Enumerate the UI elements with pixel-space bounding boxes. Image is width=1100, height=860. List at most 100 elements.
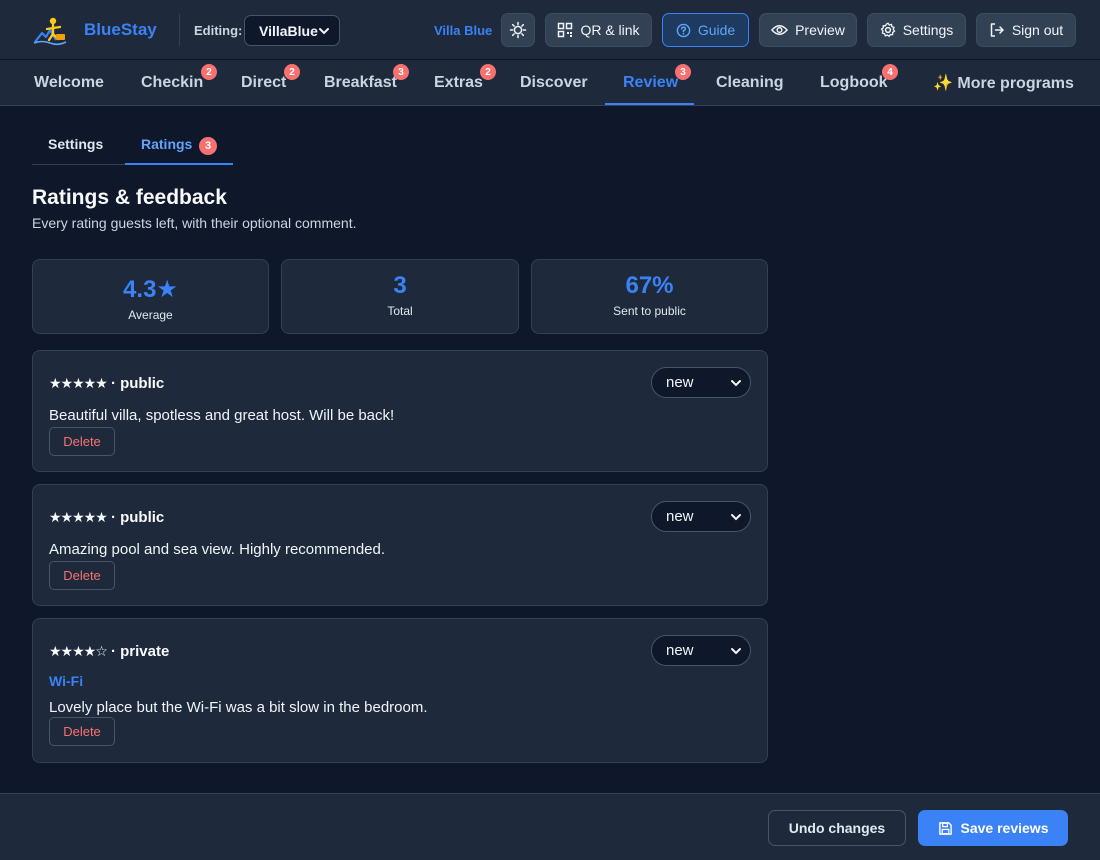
subtab-settings[interactable]: Settings	[48, 136, 103, 152]
active-tab-indicator	[605, 103, 694, 105]
eye-icon	[771, 25, 789, 35]
preview-button[interactable]: Preview	[759, 13, 857, 47]
review-status-value: new	[666, 642, 694, 659]
star-rating: ★★★★★	[49, 375, 108, 391]
tab-checkin-label: Checkin	[141, 74, 204, 91]
tab-breakfast-label: Breakfast	[324, 74, 397, 91]
editing-label: Editing:	[194, 23, 243, 38]
settings-button[interactable]: Settings	[867, 13, 966, 47]
save-reviews-button[interactable]: Save reviews	[918, 810, 1068, 846]
delete-review-button[interactable]: Delete	[49, 427, 115, 456]
tab-extras-label: Extras	[434, 74, 483, 91]
tab-review-badge: 3	[675, 64, 691, 80]
chevron-down-icon	[319, 28, 329, 35]
tab-discover-label: Discover	[520, 74, 588, 91]
review-status-select[interactable]: new	[651, 635, 751, 666]
tab-more-programs-label: ✨ More programs	[933, 75, 1074, 92]
active-subtab-indicator	[125, 163, 233, 165]
review-visibility: · private	[110, 643, 170, 660]
sun-icon	[509, 21, 527, 39]
review-comment: Amazing pool and sea view. Highly recomm…	[49, 541, 386, 558]
top-header: BlueStay Editing: VillaBlue Villa Blue Q…	[0, 0, 1100, 60]
review-visibility: · public	[110, 375, 165, 392]
review-status-value: new	[666, 374, 694, 391]
review-card: ★★★★★ · public new Beautiful villa, spot…	[32, 350, 768, 472]
subtab-ratings[interactable]: Ratings	[141, 136, 192, 152]
review-comment: Beautiful villa, spotless and great host…	[49, 407, 395, 424]
review-card: ★★★★☆ · private new Wi-Fi Lovely place b…	[32, 618, 768, 763]
review-status-select[interactable]: new	[651, 367, 751, 398]
tab-more-programs[interactable]: ✨ More programs	[933, 60, 1074, 106]
review-status-select[interactable]: new	[651, 501, 751, 532]
save-reviews-label: Save reviews	[960, 820, 1049, 836]
tab-review[interactable]: Review	[623, 60, 678, 106]
header-divider	[179, 14, 180, 46]
subtab-ratings-badge: 3	[199, 137, 217, 155]
review-visibility: · public	[110, 509, 165, 526]
tab-logbook-label: Logbook	[820, 74, 888, 91]
stat-total-label: Total	[387, 304, 413, 318]
page-title: Ratings & feedback	[32, 186, 227, 209]
brand-name: BlueStay	[84, 20, 157, 39]
chevron-down-icon	[731, 514, 741, 521]
tab-breakfast[interactable]: Breakfast	[324, 60, 397, 106]
star-rating: ★★★★★	[49, 509, 108, 525]
tab-direct-badge: 2	[284, 64, 300, 80]
guide-button[interactable]: Guide	[662, 13, 749, 47]
tab-welcome[interactable]: Welcome	[34, 60, 104, 106]
stat-sent-public-label: Sent to public	[613, 304, 686, 318]
stat-total-value: 3	[393, 272, 407, 299]
tab-cleaning-label: Cleaning	[716, 74, 784, 91]
delete-review-button[interactable]: Delete	[49, 717, 115, 746]
undo-changes-button[interactable]: Undo changes	[768, 810, 906, 846]
stat-sent-public: 67% Sent to public	[531, 259, 768, 334]
tab-checkin[interactable]: Checkin	[141, 60, 203, 106]
preview-label: Preview	[795, 22, 845, 38]
tab-extras-badge: 2	[480, 64, 496, 80]
chevron-down-icon	[731, 648, 741, 655]
sign-out-label: Sign out	[1011, 22, 1064, 38]
stat-average-label: Average	[128, 308, 173, 322]
chevron-down-icon	[731, 380, 741, 387]
sign-out-button[interactable]: Sign out	[976, 13, 1076, 47]
tab-checkin-badge: 2	[201, 64, 217, 80]
qr-link-button[interactable]: QR & link	[545, 13, 652, 47]
theme-toggle-button[interactable]	[501, 13, 535, 47]
review-header: ★★★★★ · public	[49, 509, 164, 526]
settings-label: Settings	[902, 22, 954, 38]
page-subtitle: Every rating guests left, with their opt…	[32, 215, 357, 231]
tab-review-label: Review	[623, 74, 679, 91]
review-comment: Lovely place but the Wi-Fi was a bit slo…	[49, 699, 428, 716]
tab-logbook[interactable]: Logbook	[820, 60, 888, 106]
delete-review-button[interactable]: Delete	[49, 561, 115, 590]
tab-extras[interactable]: Extras	[434, 60, 483, 106]
tab-breakfast-badge: 3	[393, 64, 409, 80]
save-icon	[938, 821, 952, 835]
villa-name: Villa Blue	[434, 23, 493, 38]
bluestay-logo-icon	[33, 17, 67, 46]
tab-discover[interactable]: Discover	[520, 60, 588, 106]
tab-welcome-label: Welcome	[34, 74, 104, 91]
stat-average: 4.3★ Average	[32, 259, 269, 334]
qr-icon	[558, 22, 573, 38]
stat-sent-public-value: 67%	[625, 272, 674, 299]
review-topic-tag: Wi-Fi	[49, 673, 84, 689]
help-circle-icon	[676, 23, 691, 37]
guide-label: Guide	[697, 22, 736, 38]
tab-direct[interactable]: Direct	[241, 60, 286, 106]
tab-direct-label: Direct	[241, 74, 287, 91]
review-status-value: new	[666, 508, 694, 525]
footer-bar: Undo changes Save reviews	[0, 793, 1100, 860]
tab-cleaning[interactable]: Cleaning	[716, 60, 784, 106]
property-select[interactable]: VillaBlue	[244, 15, 340, 46]
review-card: ★★★★★ · public new Amazing pool and sea …	[32, 484, 768, 606]
program-nav: Welcome Checkin 2 Direct 2 Breakfast 3 E…	[0, 60, 1100, 106]
stat-average-value: 4.3★	[123, 276, 178, 303]
stat-total: 3 Total	[281, 259, 519, 334]
qr-link-label: QR & link	[580, 22, 640, 38]
tab-logbook-badge: 4	[882, 64, 898, 80]
property-select-value: VillaBlue	[259, 22, 318, 39]
review-header: ★★★★★ · public	[49, 375, 164, 392]
gear-icon	[880, 22, 895, 38]
star-rating: ★★★★☆	[49, 643, 108, 659]
